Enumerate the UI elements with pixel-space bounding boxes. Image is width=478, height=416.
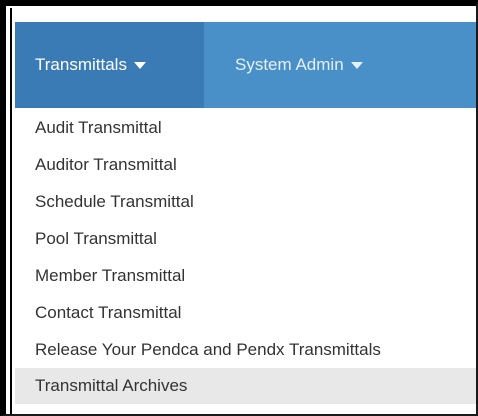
transmittals-dropdown-menu: Audit Transmittal Auditor Transmittal Sc…: [15, 110, 476, 414]
caret-down-icon: [133, 62, 146, 69]
menu-item-transmittal-archives[interactable]: Transmittal Archives: [15, 368, 476, 404]
nav-transmittals-label: Transmittals: [35, 55, 127, 74]
menu-item-label: Auditor Transmittal: [35, 155, 177, 174]
nav-system-admin-label: System Admin: [235, 55, 344, 74]
nav-system-admin-dropdown[interactable]: System Admin: [204, 22, 384, 108]
screenshot-frame: Transmittals System Admin Audit Transmit…: [0, 0, 478, 416]
menu-item-release-pendca-pendx[interactable]: Release Your Pendca and Pendx Transmitta…: [15, 332, 476, 368]
menu-item-auditor-transmittal[interactable]: Auditor Transmittal: [15, 147, 476, 183]
menu-item-label: Member Transmittal: [35, 266, 186, 285]
menu-item-label: Schedule Transmittal: [35, 192, 194, 211]
menu-item-pool-transmittal[interactable]: Pool Transmittal: [15, 221, 476, 257]
menu-item-label: Audit Transmittal: [35, 118, 162, 137]
menu-item-label: Release Your Pendca and Pendx Transmitta…: [35, 340, 381, 359]
menu-item-label: Transmittal Archives: [35, 376, 188, 395]
top-navbar: Transmittals System Admin: [15, 22, 476, 108]
menu-item-schedule-transmittal[interactable]: Schedule Transmittal: [15, 184, 476, 220]
menu-item-member-transmittal[interactable]: Member Transmittal: [15, 258, 476, 294]
nav-transmittals-dropdown[interactable]: Transmittals: [15, 22, 204, 108]
menu-item-label: Contact Transmittal: [35, 303, 182, 322]
frame-border: [10, 8, 12, 414]
caret-down-icon: [350, 62, 363, 69]
menu-item-contact-transmittal[interactable]: Contact Transmittal: [15, 295, 476, 331]
menu-item-audit-transmittal[interactable]: Audit Transmittal: [15, 110, 476, 146]
menu-item-label: Pool Transmittal: [35, 229, 157, 248]
